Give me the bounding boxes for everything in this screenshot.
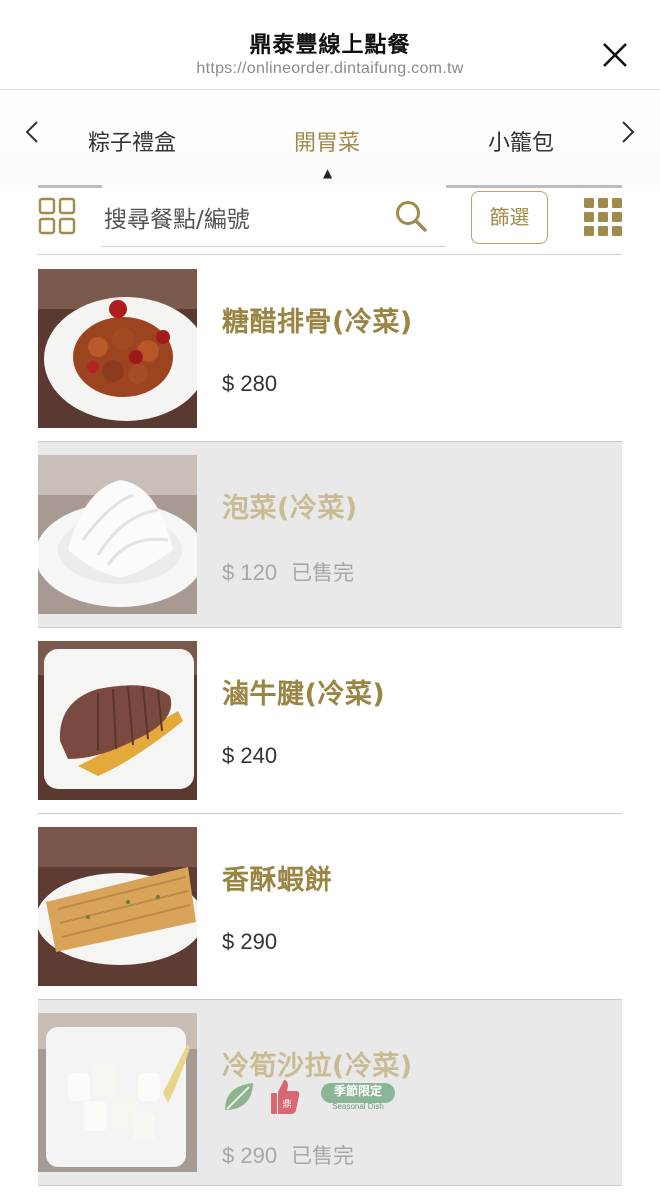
page-title: 鼎泰豐線上點餐: [249, 33, 411, 58]
active-tab-indicator: ▲: [323, 166, 333, 180]
dish-name: 滷牛腱(冷菜): [222, 679, 386, 710]
dish-name: 泡菜(冷菜): [222, 493, 358, 524]
leaf-icon: [225, 1083, 253, 1110]
dish-photo: [38, 827, 197, 986]
tab-category-3[interactable]: 小籠包: [488, 125, 554, 157]
dish-photo: [38, 641, 197, 800]
search-bar: 搜尋餐點/編號 篩選: [38, 185, 622, 255]
category-grid-icon[interactable]: [38, 197, 76, 235]
divider: [446, 185, 622, 188]
dish-price: $ 290 已售完: [222, 1143, 355, 1168]
category-tabs: 粽子禮盒 開胃菜 小籠包 ▲: [0, 91, 660, 186]
page-url: https://onlineorder.dintaifung.com.tw: [196, 60, 464, 77]
dish-price: $ 280: [222, 371, 278, 396]
seasonal-badge-label: 季節限定: [333, 1084, 382, 1098]
grid-view-icon[interactable]: [584, 198, 622, 236]
dish-name: 冷筍沙拉(冷菜): [222, 1051, 413, 1082]
thumbs-up-icon: 鼎: [271, 1080, 300, 1114]
svg-text:鼎: 鼎: [282, 1099, 291, 1110]
dish-photo: [38, 455, 197, 614]
chevron-right-icon[interactable]: [612, 117, 642, 147]
menu-list: 糖醋排骨(冷菜) $ 280 泡菜(冷菜) $ 120 已售完 滷牛腱(冷菜) $…: [38, 256, 622, 1186]
menu-item-sold-out[interactable]: 泡菜(冷菜) $ 120 已售完: [38, 442, 622, 628]
browser-header: 鼎泰豐線上點餐 https://onlineorder.dintaifung.c…: [0, 0, 660, 90]
menu-item[interactable]: 香酥蝦餅 $ 290: [38, 814, 622, 1000]
seasonal-badge-sublabel: Seasonal Dish: [332, 1102, 384, 1111]
dish-price: $ 120 已售完: [222, 560, 355, 585]
menu-item[interactable]: 滷牛腱(冷菜) $ 240: [38, 628, 622, 814]
dish-name: 糖醋排骨(冷菜): [222, 307, 413, 338]
dish-photo: [38, 1013, 197, 1172]
tab-category-active[interactable]: 開胃菜: [294, 125, 360, 157]
search-icon[interactable]: [394, 199, 428, 233]
menu-item[interactable]: 糖醋排骨(冷菜) $ 280: [38, 256, 622, 442]
sold-out-label: 已售完: [291, 561, 355, 585]
close-icon[interactable]: [598, 38, 632, 72]
menu-item-sold-out[interactable]: 冷筍沙拉(冷菜) 鼎 季節限定 Seasonal Dish $ 290 已售完: [38, 1000, 622, 1186]
sold-out-label: 已售完: [291, 1144, 355, 1168]
dish-photo: [38, 269, 197, 428]
chevron-left-icon[interactable]: [18, 117, 48, 147]
tab-category-1[interactable]: 粽子禮盒: [88, 125, 176, 157]
filter-button[interactable]: 篩選: [471, 191, 548, 244]
divider: [38, 185, 102, 188]
dish-price: $ 240: [222, 743, 278, 768]
dish-price: $ 290: [222, 929, 278, 954]
dish-name: 香酥蝦餅: [222, 865, 332, 896]
